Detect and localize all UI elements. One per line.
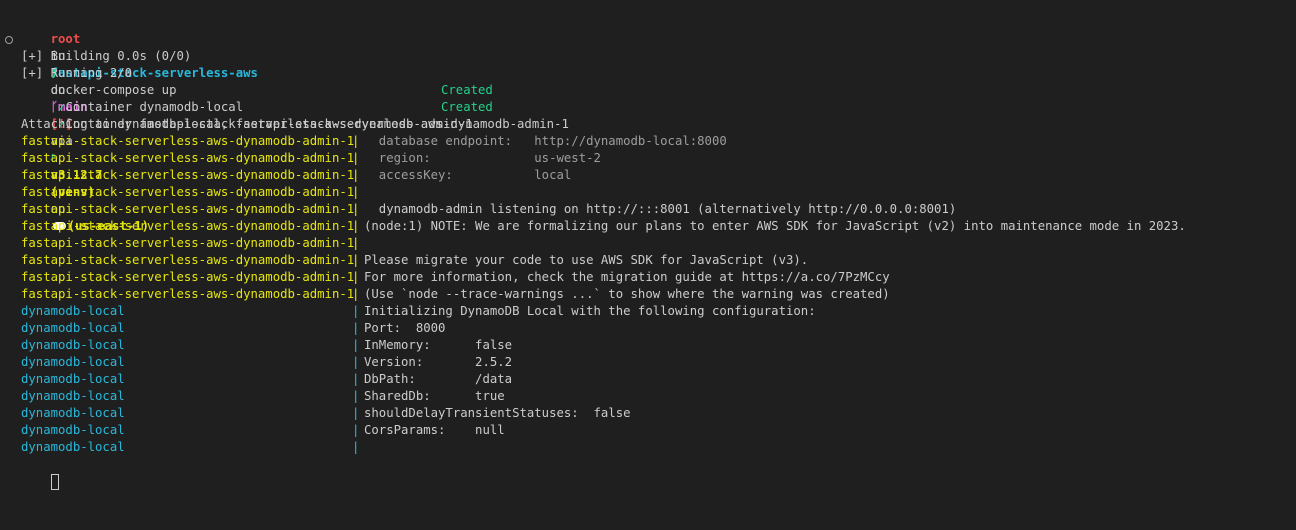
log-separator: | (352, 202, 360, 216)
log-line: dynamodb-local | CorsParams: null (21, 422, 1296, 439)
log-separator: | (352, 236, 360, 250)
log-message: (node:1) NOTE: We are formalizing our pl… (364, 219, 1186, 233)
log-service-name: fastapi-stack-serverless-aws-dynamodb-ad… (21, 219, 355, 233)
command-status-circle-icon[interactable] (5, 36, 13, 44)
log-line: fastapi-stack-serverless-aws-dynamodb-ad… (21, 133, 1296, 150)
cursor-line (21, 456, 1296, 490)
log-line: fastapi-stack-serverless-aws-dynamodb-ad… (21, 252, 1296, 269)
log-line: dynamodb-local | InMemory: false (21, 337, 1296, 354)
log-service-name: dynamodb-local (21, 338, 125, 352)
log-output: fastapi-stack-serverless-aws-dynamodb-ad… (21, 133, 1296, 456)
log-line: fastapi-stack-serverless-aws-dynamodb-ad… (21, 218, 1296, 235)
log-service-name: fastapi-stack-serverless-aws-dynamodb-ad… (21, 185, 355, 199)
attaching-line: Attaching to dynamodb-local, fastapi-sta… (21, 117, 569, 131)
container-state: Created (441, 100, 493, 114)
log-message: shouldDelayTransientStatuses: false (364, 406, 631, 420)
compose-building: [+] Building 0.0s (0/0) (21, 49, 192, 63)
log-line: dynamodb-local | DbPath: /data (21, 371, 1296, 388)
log-separator: | (352, 151, 360, 165)
log-message: InMemory: false (364, 338, 513, 352)
log-separator: | (352, 287, 360, 301)
log-separator: | (352, 372, 360, 386)
log-separator: | (352, 304, 360, 318)
log-separator: | (352, 270, 360, 284)
log-line: fastapi-stack-serverless-aws-dynamodb-ad… (21, 167, 1296, 184)
log-message: Port: 8000 (364, 321, 446, 335)
log-separator: | (352, 321, 360, 335)
log-message: dynamodb-admin listening on http://:::80… (364, 202, 957, 216)
terminal-window[interactable]: root in fastapi-stack-serverless-aws on … (0, 0, 1296, 530)
compose-running: [+] Running 2/0 (21, 66, 133, 80)
log-separator: | (352, 423, 360, 437)
log-message: accessKey: local (364, 168, 572, 182)
log-separator: | (352, 355, 360, 369)
log-service-name: dynamodb-local (21, 423, 125, 437)
container-status-row: ✓Container dynamodb-local Created (21, 82, 1296, 114)
log-service-name: fastapi-stack-serverless-aws-dynamodb-ad… (21, 270, 355, 284)
log-line: dynamodb-local | Initializing DynamoDB Loc… (21, 303, 1296, 320)
log-message: (Use `node --trace-warnings ...` to show… (364, 287, 890, 301)
command-line: ❯ docker-compose up (5, 31, 1296, 97)
log-line: fastapi-stack-serverless-aws-dynamodb-ad… (21, 184, 1296, 201)
log-line: fastapi-stack-serverless-aws-dynamodb-ad… (21, 201, 1296, 218)
log-message: For more information, check the migratio… (364, 270, 890, 284)
log-separator: | (352, 134, 360, 148)
log-separator: | (352, 219, 360, 233)
container-status-row: ✓Container fastapi-stack-serverless-aws-… (21, 99, 1296, 131)
log-service-name: dynamodb-local (21, 321, 125, 335)
log-service-name: fastapi-stack-serverless-aws-dynamodb-ad… (21, 134, 355, 148)
log-service-name: fastapi-stack-serverless-aws-dynamodb-ad… (21, 151, 355, 165)
container-state: Created (441, 83, 493, 97)
log-line: dynamodb-local | Version: 2.5.2 (21, 354, 1296, 371)
log-line: fastapi-stack-serverless-aws-dynamodb-ad… (21, 286, 1296, 303)
log-service-name: fastapi-stack-serverless-aws-dynamodb-ad… (21, 253, 355, 267)
log-service-name: dynamodb-local (21, 440, 125, 454)
log-service-name: dynamodb-local (21, 389, 125, 403)
log-line: dynamodb-local | Port: 8000 (21, 320, 1296, 337)
log-line: dynamodb-local | (21, 439, 1296, 456)
log-separator: | (352, 440, 360, 454)
log-service-name: fastapi-stack-serverless-aws-dynamodb-ad… (21, 202, 355, 216)
terminal-cursor[interactable] (50, 474, 59, 490)
log-service-name: dynamodb-local (21, 372, 125, 386)
log-service-name: dynamodb-local (21, 355, 125, 369)
log-service-name: dynamodb-local (21, 406, 125, 420)
log-service-name: fastapi-stack-serverless-aws-dynamodb-ad… (21, 287, 355, 301)
log-line: fastapi-stack-serverless-aws-dynamodb-ad… (21, 150, 1296, 167)
log-message: Please migrate your code to use AWS SDK … (364, 253, 809, 267)
log-message: region: us-west-2 (364, 151, 601, 165)
log-line: fastapi-stack-serverless-aws-dynamodb-ad… (21, 235, 1296, 252)
log-message: CorsParams: null (364, 423, 505, 437)
log-separator: | (352, 185, 360, 199)
log-service-name: fastapi-stack-serverless-aws-dynamodb-ad… (21, 236, 355, 250)
prompt-line: root in fastapi-stack-serverless-aws on … (21, 14, 1296, 233)
log-message: Initializing DynamoDB Local with the fol… (364, 304, 816, 318)
log-separator: | (352, 253, 360, 267)
log-separator: | (352, 389, 360, 403)
log-service-name: dynamodb-local (21, 304, 125, 318)
log-line: fastapi-stack-serverless-aws-dynamodb-ad… (21, 269, 1296, 286)
log-service-name: fastapi-stack-serverless-aws-dynamodb-ad… (21, 168, 355, 182)
log-message: database endpoint: http://dynamodb-local… (364, 134, 727, 148)
log-message: Version: 2.5.2 (364, 355, 513, 369)
log-line: dynamodb-local | SharedDb: true (21, 388, 1296, 405)
log-message: DbPath: /data (364, 372, 513, 386)
log-separator: | (352, 168, 360, 182)
log-separator: | (352, 338, 360, 352)
log-separator: | (352, 406, 360, 420)
log-line: dynamodb-local | shouldDelayTransientStatu… (21, 405, 1296, 422)
log-message: SharedDb: true (364, 389, 505, 403)
